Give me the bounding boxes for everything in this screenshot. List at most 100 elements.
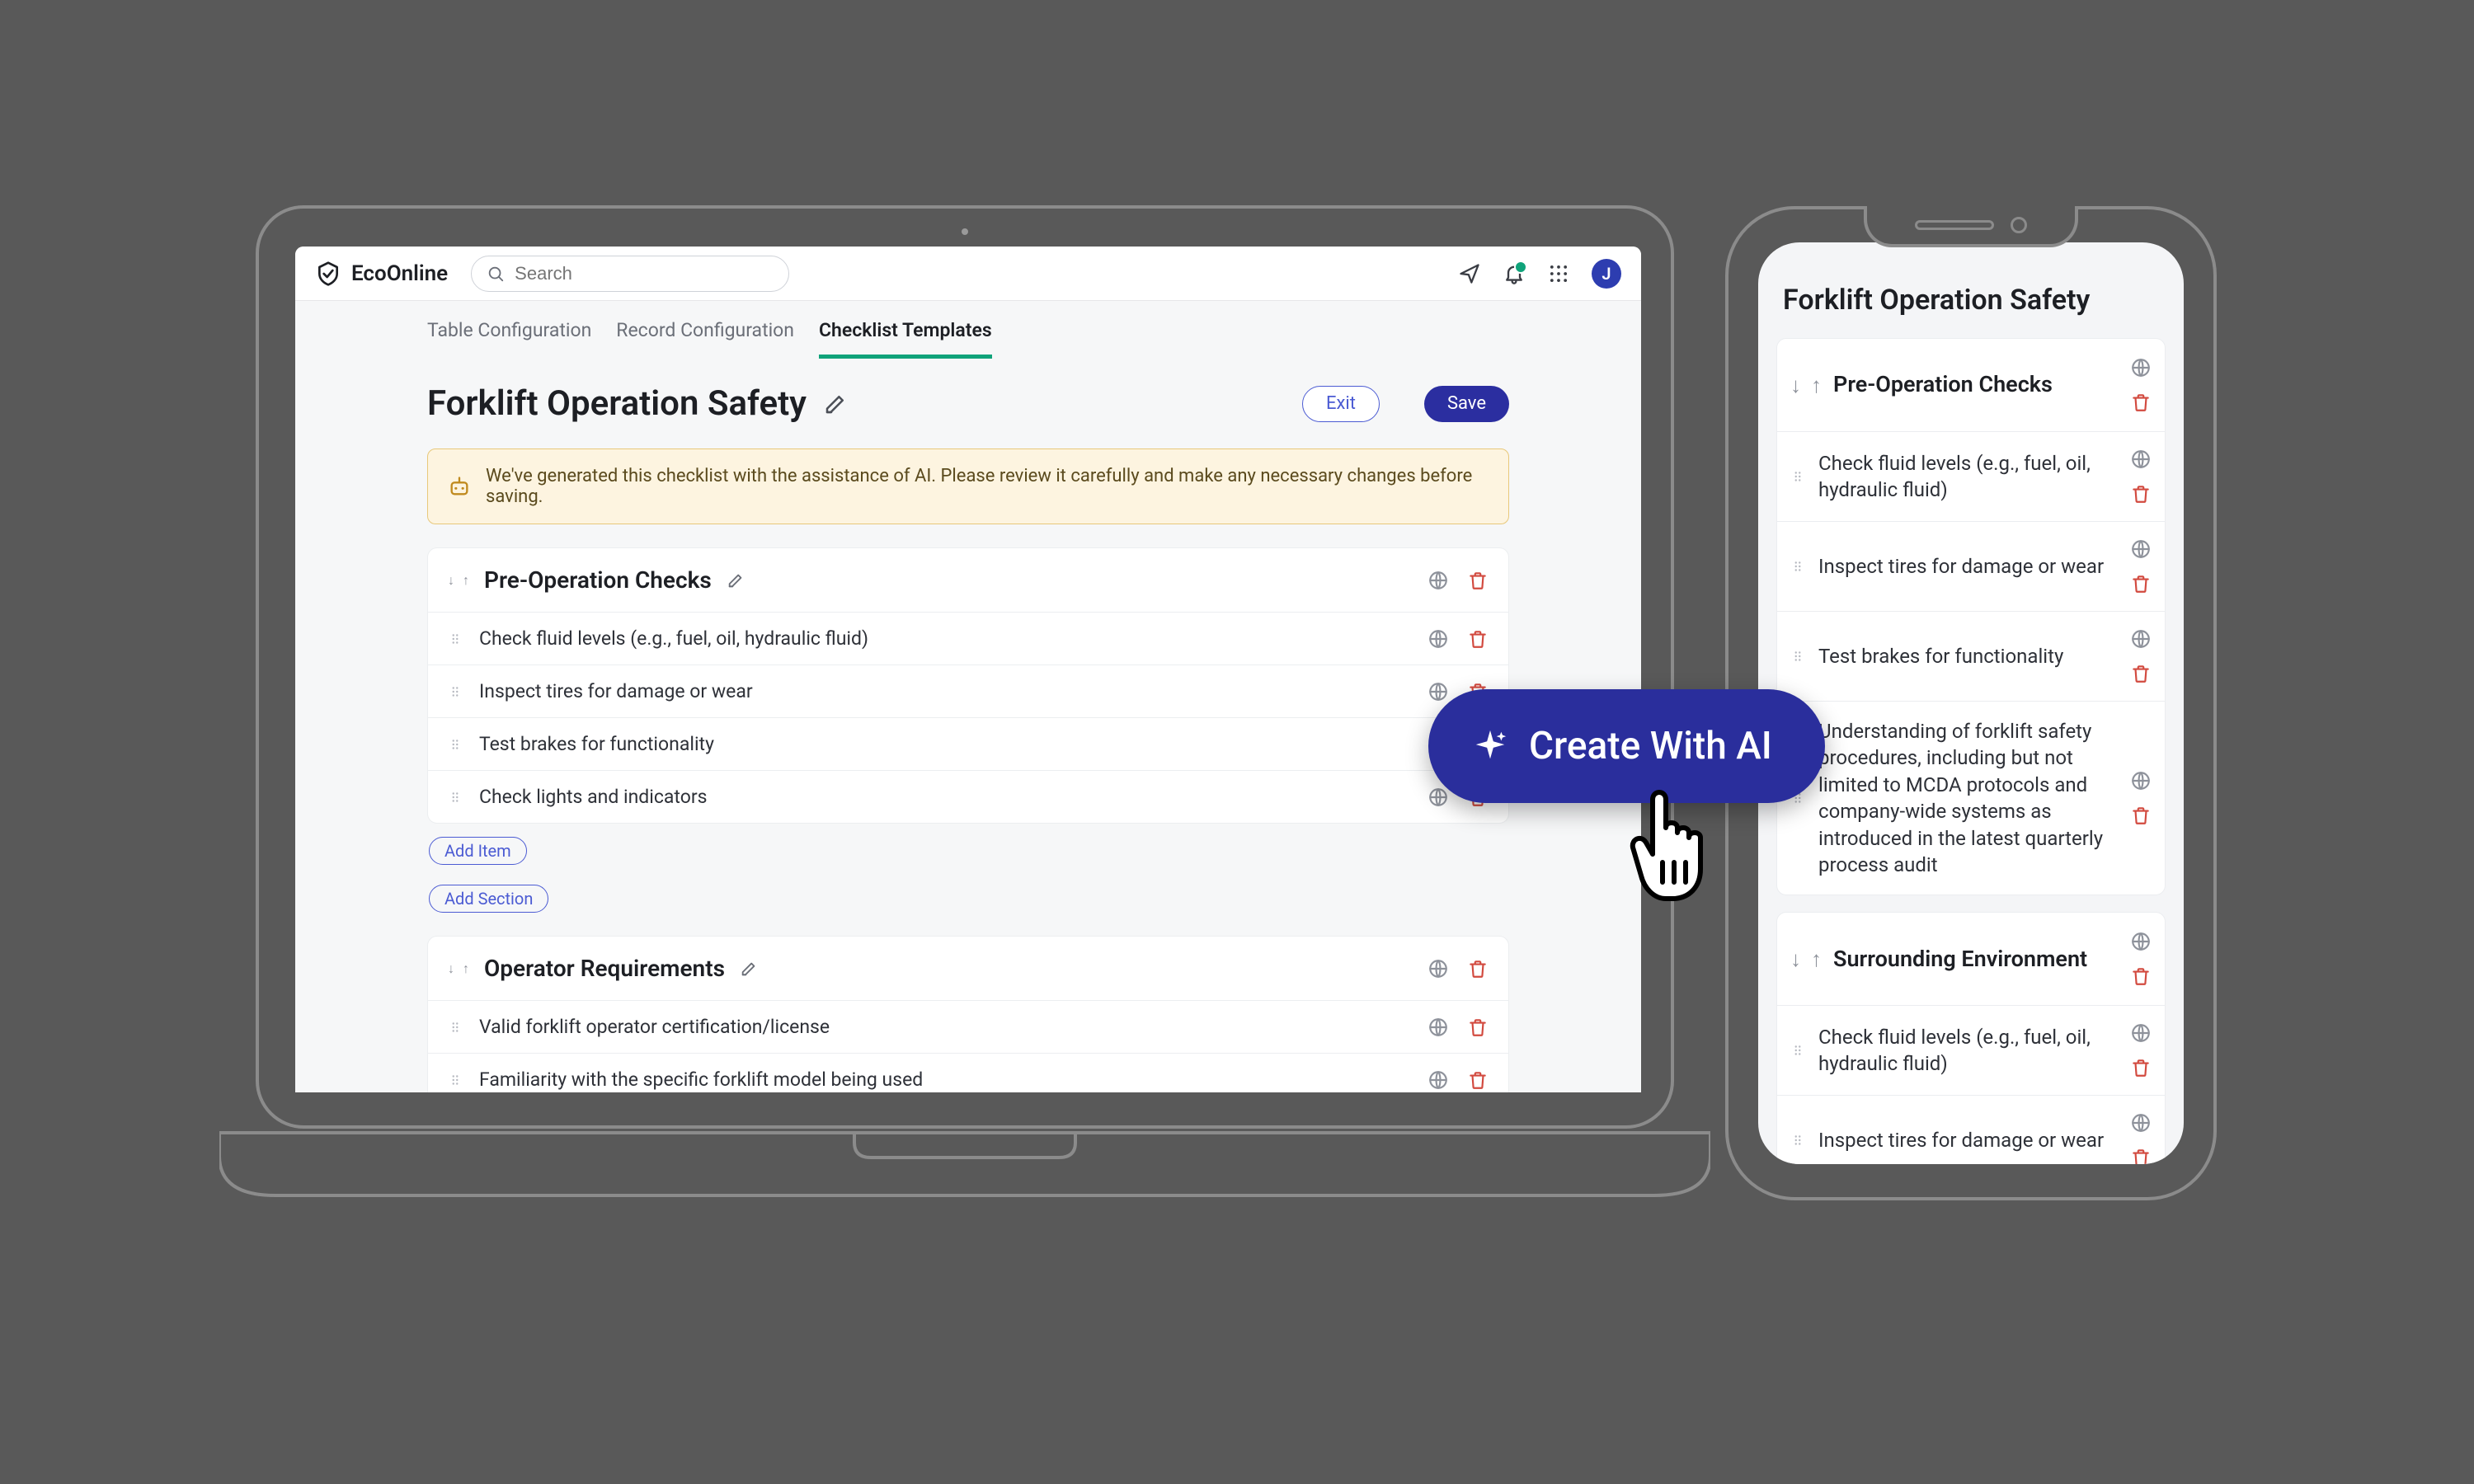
search-input[interactable] (471, 256, 789, 292)
apps-menu-button[interactable] (1547, 262, 1570, 285)
drag-icon[interactable] (448, 632, 463, 646)
bot-icon (448, 475, 471, 498)
globe-icon[interactable] (2130, 1022, 2152, 1044)
move-up-button[interactable]: ↑ (463, 572, 469, 589)
checklist-item[interactable]: Check fluid levels (e.g., fuel, oil, hyd… (428, 612, 1508, 665)
tab-record-configuration[interactable]: Record Configuration (616, 319, 794, 359)
topbar: EcoOnline J (295, 247, 1641, 301)
move-up-button[interactable]: ↑ (1811, 946, 1822, 972)
drag-icon[interactable] (448, 684, 463, 699)
globe-icon[interactable] (2130, 448, 2152, 470)
mobile-section-surrounding-environment: ↓ ↑ Surrounding Environment Check fluid … (1776, 912, 2166, 1164)
checklist-item[interactable]: Inspect tires for damage or wear (1777, 521, 2165, 611)
globe-icon[interactable] (2130, 628, 2152, 650)
delete-item-button[interactable] (2130, 1057, 2152, 1078)
checklist-item[interactable]: Familiarity with the specific forklift m… (428, 1053, 1508, 1092)
tab-checklist-templates[interactable]: Checklist Templates (819, 319, 992, 359)
edit-section-button[interactable] (740, 960, 758, 978)
mobile-app: Forklift Operation Safety ↓ ↑ Pre-Operat… (1758, 242, 2184, 1164)
globe-icon[interactable] (1427, 570, 1449, 591)
move-down-button[interactable]: ↓ (448, 960, 454, 977)
delete-item-button[interactable] (2130, 483, 2152, 505)
drag-icon[interactable] (1790, 559, 1805, 574)
checklist-item[interactable]: Test brakes for functionality (428, 717, 1508, 770)
globe-icon[interactable] (2130, 931, 2152, 952)
section-operator-requirements: ↓ ↑ Operator Requirements (427, 936, 1509, 1092)
checklist-item[interactable]: Check fluid levels (e.g., fuel, oil, hyd… (1777, 431, 2165, 521)
section-reorder: ↓ ↑ (448, 960, 469, 977)
drag-icon[interactable] (1790, 649, 1805, 664)
drag-icon[interactable] (448, 737, 463, 752)
brand-name: EcoOnline (351, 261, 448, 286)
delete-item-button[interactable] (2130, 573, 2152, 594)
search-field[interactable] (515, 263, 774, 284)
pointer-cursor-icon (1626, 782, 1733, 905)
globe-icon[interactable] (2130, 357, 2152, 378)
edit-section-button[interactable] (727, 571, 745, 589)
globe-icon[interactable] (1427, 681, 1449, 702)
drag-icon[interactable] (448, 790, 463, 805)
delete-item-button[interactable] (2130, 1147, 2152, 1164)
desktop-app: EcoOnline J Table C (295, 247, 1641, 1092)
section-title: Operator Requirements (484, 955, 725, 982)
page-title: Forklift Operation Safety (427, 383, 807, 424)
exit-button[interactable]: Exit (1302, 386, 1380, 422)
notifications-button[interactable] (1503, 262, 1526, 285)
tab-table-configuration[interactable]: Table Configuration (427, 319, 591, 359)
mobile-page-title: Forklift Operation Safety (1776, 267, 2166, 338)
section-reorder: ↓ ↑ (448, 572, 469, 589)
move-down-button[interactable]: ↓ (448, 572, 454, 589)
drag-icon[interactable] (448, 1020, 463, 1035)
laptop-base (219, 1131, 1710, 1199)
drag-icon[interactable] (1790, 1133, 1805, 1148)
section-title: Surrounding Environment (1833, 945, 2119, 974)
delete-item-button[interactable] (2130, 663, 2152, 684)
checklist-item[interactable]: Check fluid levels (e.g., fuel, oil, hyd… (1777, 1005, 2165, 1095)
config-tabs: Table Configuration Record Configuration… (295, 301, 1641, 359)
section-title: Pre-Operation Checks (484, 566, 712, 594)
move-up-button[interactable]: ↑ (1811, 373, 1822, 398)
delete-section-button[interactable] (2130, 965, 2152, 987)
globe-icon[interactable] (2130, 1112, 2152, 1134)
edit-title-button[interactable] (823, 392, 848, 416)
checklist-item[interactable]: Inspect tires for damage or wear (428, 665, 1508, 717)
ai-notice-banner: We've generated this checklist with the … (427, 448, 1509, 524)
globe-icon[interactable] (1427, 628, 1449, 650)
globe-icon[interactable] (1427, 1069, 1449, 1091)
globe-icon[interactable] (2130, 770, 2152, 791)
checklist-item[interactable]: Understanding of forklift safety procedu… (1777, 701, 2165, 895)
globe-icon[interactable] (1427, 1017, 1449, 1038)
section-pre-operation-checks: ↓ ↑ Pre-Operation Checks (427, 547, 1509, 824)
add-section-button[interactable]: Add Section (429, 885, 548, 913)
delete-item-button[interactable] (1467, 1017, 1489, 1038)
checklist-item[interactable]: Inspect tires for damage or wear (1777, 1095, 2165, 1164)
delete-section-button[interactable] (1467, 958, 1489, 979)
checklist-item[interactable]: Check lights and indicators (428, 770, 1508, 823)
ai-notice-text: We've generated this checklist with the … (486, 466, 1489, 507)
drag-icon[interactable] (448, 1073, 463, 1087)
drag-icon[interactable] (1790, 469, 1805, 484)
delete-section-button[interactable] (2130, 392, 2152, 413)
delete-item-button[interactable] (1467, 1069, 1489, 1091)
save-button[interactable]: Save (1424, 386, 1509, 422)
move-up-button[interactable]: ↑ (463, 960, 469, 977)
brand-logo: EcoOnline (315, 261, 448, 287)
drag-icon[interactable] (1790, 1043, 1805, 1058)
search-icon (487, 265, 505, 283)
globe-icon[interactable] (1427, 787, 1449, 808)
move-down-button[interactable]: ↓ (1790, 946, 1801, 972)
delete-section-button[interactable] (1467, 570, 1489, 591)
quick-actions-button[interactable] (1458, 262, 1481, 285)
globe-icon[interactable] (2130, 538, 2152, 560)
section-title: Pre-Operation Checks (1833, 370, 2119, 399)
avatar[interactable]: J (1592, 259, 1621, 289)
sparkle-icon (1471, 727, 1509, 765)
checklist-item[interactable]: Valid forklift operator certification/li… (428, 1000, 1508, 1053)
add-item-button[interactable]: Add Item (429, 837, 527, 865)
globe-icon[interactable] (1427, 958, 1449, 979)
checklist-item[interactable]: Test brakes for functionality (1777, 611, 2165, 701)
delete-item-button[interactable] (1467, 628, 1489, 650)
move-down-button[interactable]: ↓ (1790, 373, 1801, 398)
mobile-section-pre-operation-checks: ↓ ↑ Pre-Operation Checks Check fluid lev… (1776, 338, 2166, 895)
delete-item-button[interactable] (2130, 805, 2152, 826)
